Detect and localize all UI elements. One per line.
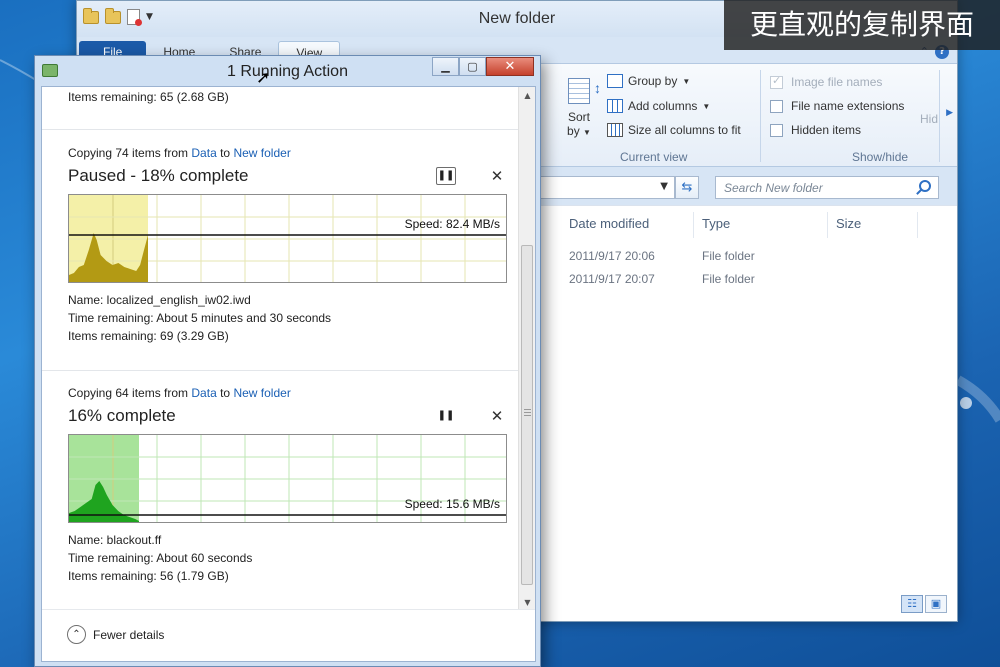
items-remaining: Items remaining: 69 (3.29 GB) (68, 329, 229, 343)
progress-status: 16% complete (68, 406, 176, 425)
copy-description: Copying 64 items from Data to New folder (68, 386, 291, 400)
source-link[interactable]: Data (191, 146, 216, 160)
column-size[interactable]: Size (836, 216, 861, 231)
column-type[interactable]: Type (702, 216, 730, 231)
ribbon-separator (939, 70, 940, 162)
view-switcher: ☷ ▣ (901, 595, 947, 613)
sort-icon (568, 78, 601, 104)
cancel-copy-button[interactable]: ✕ (489, 408, 505, 424)
sort-label: Sort (567, 110, 590, 124)
hidden-items-checkbox[interactable]: Hidden items (770, 123, 861, 137)
dialog-client: Items remaining: 65 (2.68 GB) Copying 74… (41, 86, 536, 662)
speed-label: Speed: 15.6 MB/s (404, 497, 500, 511)
progress-status: Paused - 18% complete (68, 166, 249, 185)
ribbon-separator (760, 70, 761, 162)
search-icon[interactable] (919, 180, 931, 192)
file-name: Name: localized_english_iw02.iwd (68, 293, 251, 307)
search-input[interactable] (716, 177, 906, 198)
add-columns-button[interactable]: Add columns ▼ (607, 99, 710, 113)
pause-button[interactable]: ❚❚ (436, 408, 456, 426)
time-remaining: Time remaining: About 60 seconds (68, 551, 253, 565)
resume-button[interactable]: ❚❚ (436, 167, 456, 185)
speed-label: Speed: 82.4 MB/s (404, 217, 500, 231)
section-divider (42, 370, 520, 371)
image-file-names-checkbox[interactable]: Image file names (770, 74, 882, 89)
large-icons-view-icon[interactable]: ▣ (925, 595, 947, 613)
ribbon-scroll-right-icon[interactable]: ▶ (946, 108, 953, 118)
size-columns-icon (607, 123, 623, 137)
add-columns-icon (607, 99, 623, 113)
mouse-cursor-icon: ➚ (256, 68, 271, 88)
items-remaining-partial: Items remaining: 65 (2.68 GB) (68, 90, 229, 104)
sort-by-label: by ▼ (567, 124, 591, 138)
search-box[interactable] (715, 176, 939, 199)
time-remaining: Time remaining: About 5 minutes and 30 s… (68, 311, 332, 325)
row-date: 2011/9/17 20:07 (569, 272, 655, 286)
transfer-speed-graph: Speed: 15.6 MB/s (68, 434, 507, 523)
address-bar[interactable]: ▼ (539, 176, 675, 199)
dialog-titlebar[interactable]: 1 Running Action ➚ ▁ ▢ ✕ (35, 56, 540, 88)
scroll-up-icon[interactable]: ▲ (519, 87, 535, 104)
section-divider (42, 129, 520, 130)
row-type: File folder (702, 272, 755, 286)
close-icon: ✕ (490, 167, 504, 185)
scroll-grip-icon (524, 409, 531, 416)
group-by-button[interactable]: Group by ▼ (607, 74, 690, 88)
details-view-icon[interactable]: ☷ (901, 595, 923, 613)
transfer-speed-graph: Speed: 82.4 MB/s (68, 194, 507, 283)
row-type: File folder (702, 249, 755, 263)
minimize-button[interactable]: ▁ (432, 57, 459, 76)
video-caption: 更直观的复制界面 (724, 0, 1000, 50)
chevron-up-icon: ⌃ (67, 625, 86, 644)
pause-icon: ❚❚ (437, 170, 455, 181)
group-by-icon (607, 74, 623, 88)
destination-link[interactable]: New folder (233, 386, 290, 400)
file-name: Name: blackout.ff (68, 533, 162, 547)
row-date: 2011/9/17 20:06 (569, 249, 655, 263)
dialog-footer: ⌃ Fewer details (42, 609, 535, 661)
dialog-scrollbar[interactable]: ▲ ▼ (518, 87, 535, 611)
current-view-group-label: Current view (620, 150, 688, 164)
close-icon: ✕ (490, 407, 504, 425)
file-name-extensions-checkbox[interactable]: File name extensions (770, 99, 904, 113)
items-remaining: Items remaining: 56 (1.79 GB) (68, 569, 229, 583)
size-all-columns-button[interactable]: Size all columns to fit (607, 123, 741, 137)
speed-graph-canvas (69, 195, 506, 282)
address-dropdown-icon[interactable]: ▼ (660, 181, 668, 192)
column-date-modified[interactable]: Date modified (569, 216, 649, 231)
pause-icon: ❚❚ (437, 410, 455, 421)
sort-by-button[interactable]: Sort by ▼ (564, 78, 601, 140)
cancel-copy-button[interactable]: ✕ (489, 168, 505, 184)
source-link[interactable]: Data (191, 386, 216, 400)
show-hide-group-label: Show/hide (852, 150, 909, 164)
refresh-icon: ⇆ (681, 180, 693, 195)
refresh-button[interactable]: ⇆ (675, 176, 699, 199)
hide-selected-items-button[interactable]: Hid (920, 112, 938, 126)
destination-link[interactable]: New folder (233, 146, 290, 160)
fewer-details-button[interactable]: ⌃ Fewer details (67, 625, 164, 644)
maximize-button[interactable]: ▢ (459, 57, 486, 76)
close-button[interactable]: ✕ (486, 57, 534, 76)
column-headers: Date modified Type Size (539, 212, 957, 238)
copy-progress-dialog: 1 Running Action ➚ ▁ ▢ ✕ Items remaining… (34, 55, 541, 667)
window-controls: ▁ ▢ ✕ (432, 57, 534, 76)
copy-description: Copying 74 items from Data to New folder (68, 146, 291, 160)
